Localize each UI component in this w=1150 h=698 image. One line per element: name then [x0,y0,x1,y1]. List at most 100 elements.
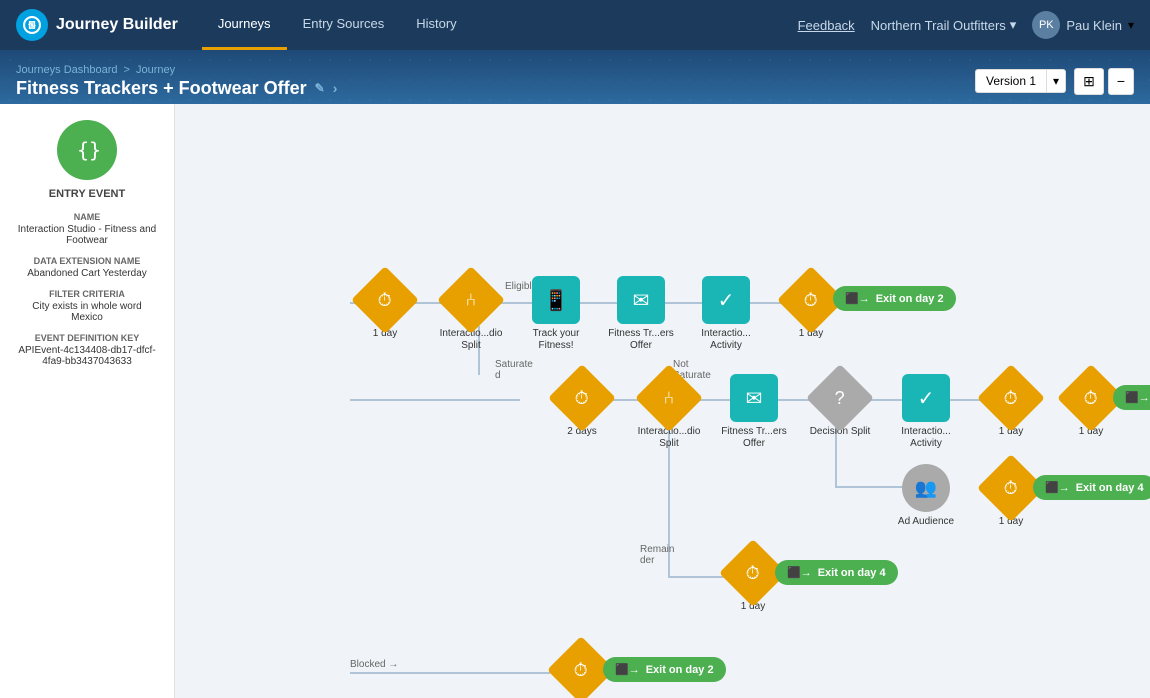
entry-event-icon: {} [57,120,117,180]
entry-filter-label: FILTER CRITERIA [49,289,125,299]
entry-event-label: ENTRY EVENT [49,188,125,200]
version-label[interactable]: Version 1 [975,69,1047,93]
toolbar-icons: ⊞ − [1074,68,1134,95]
clock-icon-r3: ⏱ [1004,477,1018,498]
exit-icon-day5: ⬛→ [1125,391,1150,404]
exit-node-day5[interactable]: ⬛→ Exit on day 5 [1113,385,1150,410]
nav-tabs: Journeys Entry Sources History [202,0,798,50]
tab-history[interactable]: History [400,0,472,50]
node-2days-r2[interactable]: ⏱ 2 days [546,374,618,438]
activity-icon-r2: ✓ [918,386,935,411]
exit-icon-day4-r4: ⬛→ [787,566,812,579]
email-icon-r2: ✉ [746,386,763,411]
node-track-fitness-label: Track yourFitness! [533,328,580,352]
node-interaction-activity-r2[interactable]: ✓ Interactio...Activity [890,374,962,450]
tab-journeys[interactable]: Journeys [202,0,287,50]
node-fitness-offer-r2-label: Fitness Tr...ersOffer [721,426,787,450]
node-interaction-activity-r1[interactable]: ✓ Interactio...Activity [690,276,762,352]
clock-icon-r2: ⏱ [575,387,589,408]
logo-icon [16,9,48,41]
breadcrumb: Journeys Dashboard > Journey [16,64,337,76]
exit-label-day4-r4: Exit on day 4 [818,567,886,579]
breadcrumb-sep: > [124,64,130,76]
version-selector[interactable]: Version 1 ▾ [975,69,1066,93]
entry-dataext-value: Abandoned Cart Yesterday [27,268,147,279]
audience-icon: 👥 [915,478,937,499]
node-1day-r1[interactable]: ⏱ 1 day [349,276,421,340]
mobile-icon: 📱 [544,288,569,313]
saturated-label-1: Saturated [495,359,533,381]
exit-node-day2-r5[interactable]: ⬛→ Exit on day 2 [603,657,726,682]
app-logo: Journey Builder [16,9,178,41]
org-dropdown-icon: ▾ [1010,17,1017,33]
connector-blocked [350,672,550,674]
clock-icon-r4: ⏱ [746,562,760,583]
main-content: {} ENTRY EVENT NAME Interaction Studio -… [0,104,1150,698]
node-fitness-offer-r1-label: Fitness Tr...ersOffer [608,328,674,352]
user-name: Pau Klein [1066,18,1122,33]
node-fitness-offer-r2[interactable]: ✉ Fitness Tr...ersOffer [718,374,790,450]
page-title: Fitness Trackers + Footwear Offer ✎ › [16,78,337,99]
exit-label-day2-r5: Exit on day 2 [646,664,714,676]
entry-eventkey-label: EVENT DEFINITION KEY [35,333,140,343]
node-fitness-offer-r1[interactable]: ✉ Fitness Tr...ersOffer [605,276,677,352]
zoom-out-button[interactable]: − [1108,68,1134,95]
blocked-label: Blocked → [350,659,398,670]
breadcrumb-area: Journeys Dashboard > Journey Fitness Tra… [16,64,337,99]
activity-icon: ✓ [718,288,735,313]
node-interaction-split-r2[interactable]: ⑃ Interactio...dioSplit [633,374,705,450]
breadcrumb-current: Journey [136,64,175,76]
exit-node-day4-r4[interactable]: ⬛→ Exit on day 4 [775,560,898,585]
node-ad-audience-label: Ad Audience [898,516,954,528]
node-interaction-activity-r2-label: Interactio...Activity [901,426,950,450]
node-interaction-activity-r1-label: Interactio...Activity [701,328,750,352]
entry-eventkey-value: APIEvent-4c134408-db17-dfcf-4fa9-bb34370… [16,345,158,367]
top-nav: Journey Builder Journeys Entry Sources H… [0,0,1150,50]
email-icon: ✉ [633,288,650,313]
clock-icon-r2-1: ⏱ [1004,387,1018,408]
edit-icon[interactable]: ✎ [315,81,325,95]
zoom-fit-button[interactable]: ⊞ [1074,68,1104,95]
entry-name-label: NAME [74,212,101,222]
nav-arrow-icon[interactable]: › [333,80,338,96]
split-icon: ⑃ [466,290,477,311]
exit-icon-r1: ⬛→ [845,292,870,305]
exit-icon-day2-r5: ⬛→ [615,663,640,676]
clock-icon-2: ⏱ [804,289,818,310]
entry-filter-value: City exists in whole word Mexico [16,301,158,323]
org-selector[interactable]: Northern Trail Outfitters ▾ [871,17,1017,33]
split-icon-r2: ⑃ [664,388,675,409]
node-track-fitness[interactable]: 📱 Track yourFitness! [520,276,592,352]
connector-row2-left [350,399,520,401]
user-badge[interactable]: PK Pau Klein ▾ [1032,11,1134,39]
question-icon: ? [835,387,845,408]
journey-canvas[interactable]: ⏱ 1 day ⑃ Interactio...dioSplit Eligible… [175,104,1150,698]
org-name: Northern Trail Outfitters [871,18,1006,33]
canvas-inner: ⏱ 1 day ⑃ Interactio...dioSplit Eligible… [195,124,1095,698]
exit-label-r1: Exit on day 2 [876,293,944,305]
clock-icon: ⏱ [378,289,392,310]
remainder-label-r4: Remainder [640,544,674,566]
feedback-link[interactable]: Feedback [798,18,855,33]
node-ad-audience[interactable]: 👥 Ad Audience [890,464,962,528]
breadcrumb-root[interactable]: Journeys Dashboard [16,64,118,76]
clock-icon-r5: ⏱ [574,659,588,680]
exit-node-day2-r1[interactable]: ⬛→ Exit on day 2 [833,286,956,311]
entry-event-panel: {} ENTRY EVENT NAME Interaction Studio -… [0,104,175,698]
exit-node-day4-r3[interactable]: ⬛→ Exit on day 4 [1033,475,1150,500]
tab-entry-sources[interactable]: Entry Sources [287,0,401,50]
exit-label-day4-r3: Exit on day 4 [1076,482,1144,494]
node-1day-r2-1[interactable]: ⏱ 1 day [975,374,1047,438]
nav-right: Feedback Northern Trail Outfitters ▾ PK … [798,11,1134,39]
node-interaction-split-r1[interactable]: ⑃ Interactio...dioSplit [435,276,507,352]
user-dropdown-icon: ▾ [1128,18,1134,32]
svg-text:{}: {} [77,138,101,162]
entry-name-value: Interaction Studio - Fitness and Footwea… [16,224,158,246]
version-dropdown-icon[interactable]: ▾ [1047,69,1066,93]
app-title: Journey Builder [56,16,178,34]
node-decision-split[interactable]: ? Decision Split [804,374,876,438]
sub-header: Journeys Dashboard > Journey Fitness Tra… [0,50,1150,104]
entry-dataext-label: DATA EXTENSION NAME [34,256,141,266]
exit-icon-day4-r3: ⬛→ [1045,481,1070,494]
clock-icon-r2-2: ⏱ [1084,387,1098,408]
